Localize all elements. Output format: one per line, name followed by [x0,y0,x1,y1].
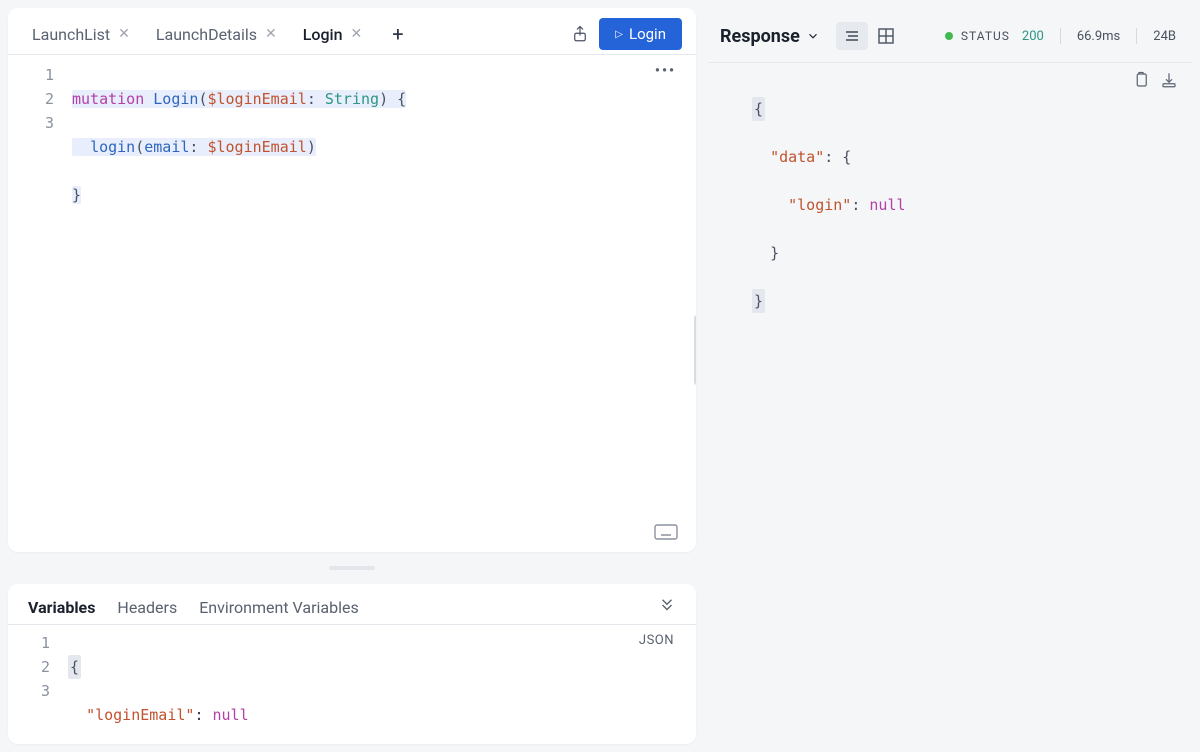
status-label: STATUS [961,29,1010,43]
response-title-dropdown[interactable]: Response [720,26,820,47]
copy-response-button[interactable] [1132,71,1150,93]
response-header: Response STATUS 200 66.9ms 24B [708,16,1192,63]
table-view-icon [878,28,894,44]
scrollbar[interactable] [694,315,696,385]
download-response-button[interactable] [1160,71,1178,93]
response-time: 66.9ms [1077,29,1120,44]
download-icon [1160,71,1178,89]
close-icon[interactable]: ✕ [118,27,130,41]
share-icon [571,25,589,43]
response-body: { "data": { "login": null } } [708,63,1192,744]
tab-launchdetails[interactable]: LaunchDetails ✕ [146,19,287,50]
panel-resize-handle[interactable] [8,564,696,572]
response-json[interactable]: { "data": { "login": null } } [752,73,1192,744]
view-table-button[interactable] [870,22,902,50]
tab-env-variables[interactable]: Environment Variables [199,598,359,617]
run-button-label: Login [629,25,666,43]
response-size: 24B [1153,29,1176,44]
operation-editor[interactable]: 1 2 3 mutation Login($loginEmail: String… [8,55,696,552]
share-button[interactable] [567,21,593,47]
tab-headers[interactable]: Headers [117,598,177,617]
keyboard-icon [654,524,678,540]
view-json-button[interactable] [836,22,868,50]
line-gutter: 1 2 3 [8,63,72,552]
tab-label: Login [303,25,343,44]
operation-editor-panel: LaunchList ✕ LaunchDetails ✕ Login ✕ + ▷… [8,8,696,552]
clipboard-icon [1132,71,1150,89]
keyboard-shortcuts-button[interactable] [654,524,678,540]
chevron-down-icon [806,29,820,43]
chevron-double-down-icon [658,596,676,614]
run-operation-button[interactable]: ▷ Login [599,18,682,50]
operation-menu-button[interactable]: ••• [655,63,676,79]
status-indicator-dot [945,32,953,40]
add-tab-button[interactable]: + [378,18,417,50]
variables-code[interactable]: { "loginEmail": null } [68,631,696,744]
tab-label: LaunchList [32,25,110,44]
line-gutter: 1 2 3 [8,631,68,744]
bottom-tabbar: Variables Headers Environment Variables [8,584,696,625]
close-icon[interactable]: ✕ [351,27,363,41]
tab-label: LaunchDetails [156,25,257,44]
format-badge: JSON [639,633,674,648]
play-icon: ▷ [615,29,623,40]
response-panel: Response STATUS 200 66.9ms 24B { "data":… [708,8,1192,744]
status-code: 200 [1022,29,1044,44]
operation-tabbar: LaunchList ✕ LaunchDetails ✕ Login ✕ + ▷… [8,8,696,55]
tab-variables[interactable]: Variables [28,598,95,617]
close-icon[interactable]: ✕ [265,27,277,41]
collapse-panel-button[interactable] [658,596,676,618]
tab-login[interactable]: Login ✕ [293,19,373,50]
response-view-switch [836,22,902,50]
variables-panel: Variables Headers Environment Variables … [8,584,696,744]
tab-launchlist[interactable]: LaunchList ✕ [22,19,140,50]
json-view-icon [843,29,861,43]
operation-code[interactable]: mutation Login($loginEmail: String) { lo… [72,63,696,552]
variables-editor[interactable]: 1 2 3 { "loginEmail": null } JSON [8,625,696,744]
